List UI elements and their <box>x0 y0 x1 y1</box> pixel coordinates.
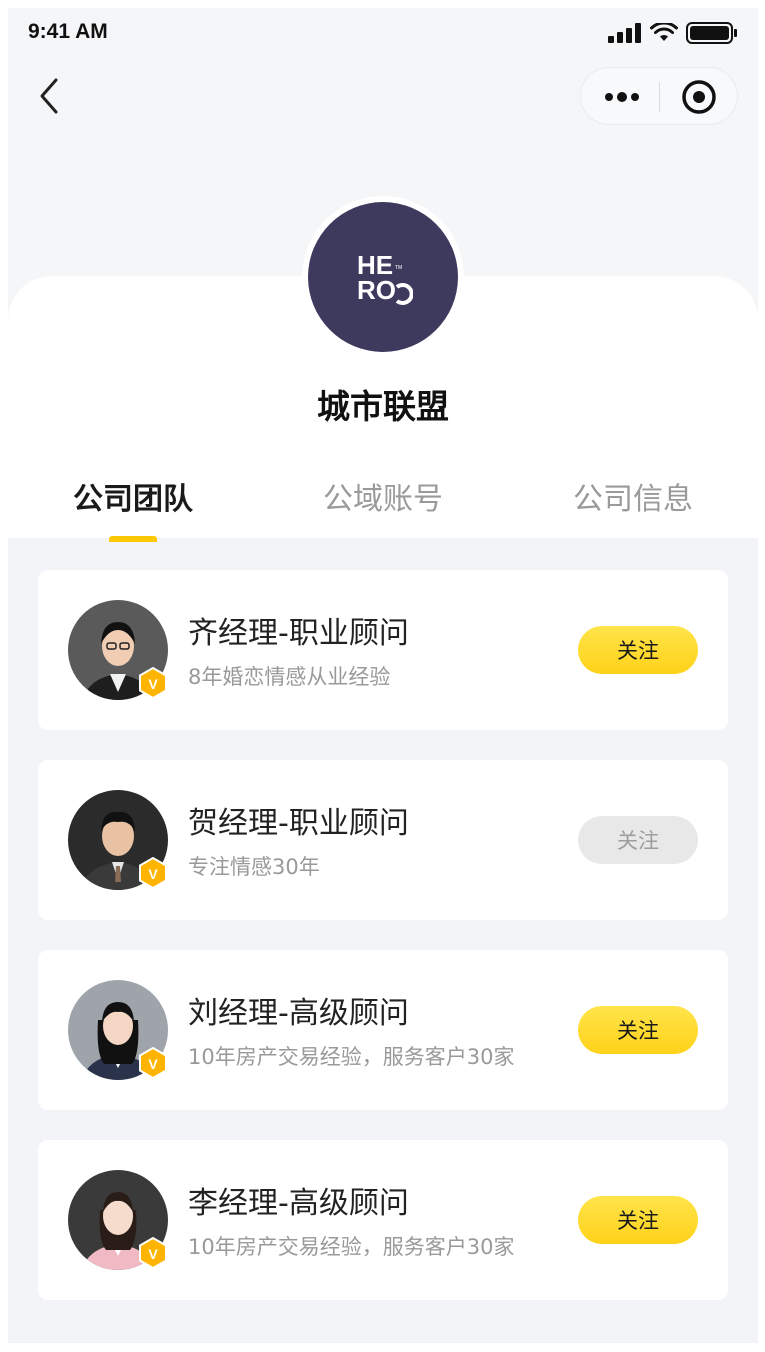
status-time: 9:41 AM <box>28 20 108 43</box>
verified-badge-icon: V <box>139 857 167 889</box>
tab-bar: 公司团队 公域账号 公司信息 <box>8 468 758 542</box>
list-item[interactable]: V 李经理-高级顾问 10年房产交易经验，服务客户30家 关注 <box>38 1140 728 1300</box>
svg-text:V: V <box>148 1056 158 1072</box>
status-icons <box>608 22 738 44</box>
mini-program-capsule <box>580 67 738 125</box>
svg-text:RO: RO <box>357 275 396 305</box>
verified-badge-icon: V <box>139 1237 167 1269</box>
battery-icon <box>686 22 737 44</box>
member-name: 齐经理-职业顾问 <box>188 616 409 651</box>
svg-text:V: V <box>148 866 158 882</box>
follow-button[interactable]: 关注 <box>578 626 698 674</box>
tab-company-team[interactable]: 公司团队 <box>8 474 258 518</box>
team-list: V 齐经理-职业顾问 8年婚恋情感从业经验 关注 V 贺经理-职业顾问 专注情感… <box>38 570 728 1330</box>
company-name: 城市联盟 <box>317 387 449 426</box>
signal-icon <box>608 23 641 43</box>
list-item[interactable]: V 齐经理-职业顾问 8年婚恋情感从业经验 关注 <box>38 570 728 730</box>
follow-button[interactable]: 关注 <box>578 1196 698 1244</box>
member-name: 李经理-高级顾问 <box>188 1186 409 1221</box>
verified-badge-icon: V <box>139 1047 167 1079</box>
member-description: 10年房产交易经验，服务客户30家 <box>188 1045 515 1069</box>
capsule-divider <box>659 82 660 112</box>
tab-company-info[interactable]: 公司信息 <box>508 474 758 518</box>
phone-screen: 9:41 AM HE TM RO 城市联盟 公司团队 公域账号 公司信息 V 齐… <box>8 8 758 1343</box>
company-logo: HE TM RO <box>302 196 464 358</box>
member-description: 专注情感30年 <box>188 855 320 879</box>
wifi-icon <box>650 23 678 41</box>
back-icon[interactable] <box>30 76 70 116</box>
close-target-icon[interactable] <box>681 79 717 115</box>
hero-logo-icon: HE TM RO <box>357 250 413 305</box>
more-icon[interactable] <box>603 85 641 109</box>
logo-badge: HE TM RO <box>308 202 458 352</box>
svg-text:TM: TM <box>395 265 402 271</box>
list-item[interactable]: V 贺经理-职业顾问 专注情感30年 关注 <box>38 760 728 920</box>
member-name: 刘经理-高级顾问 <box>188 996 409 1031</box>
list-item[interactable]: V 刘经理-高级顾问 10年房产交易经验，服务客户30家 关注 <box>38 950 728 1110</box>
svg-text:V: V <box>148 1246 158 1262</box>
verified-badge-icon: V <box>139 667 167 699</box>
svg-text:V: V <box>148 676 158 692</box>
follow-button[interactable]: 关注 <box>578 816 698 864</box>
member-description: 10年房产交易经验，服务客户30家 <box>188 1235 515 1259</box>
nav-bar <box>8 58 758 143</box>
tab-public-accounts[interactable]: 公域账号 <box>258 474 508 518</box>
follow-button[interactable]: 关注 <box>578 1006 698 1054</box>
active-tab-indicator <box>109 536 157 542</box>
member-name: 贺经理-职业顾问 <box>188 806 409 841</box>
member-description: 8年婚恋情感从业经验 <box>188 665 391 689</box>
status-bar: 9:41 AM <box>8 8 758 58</box>
